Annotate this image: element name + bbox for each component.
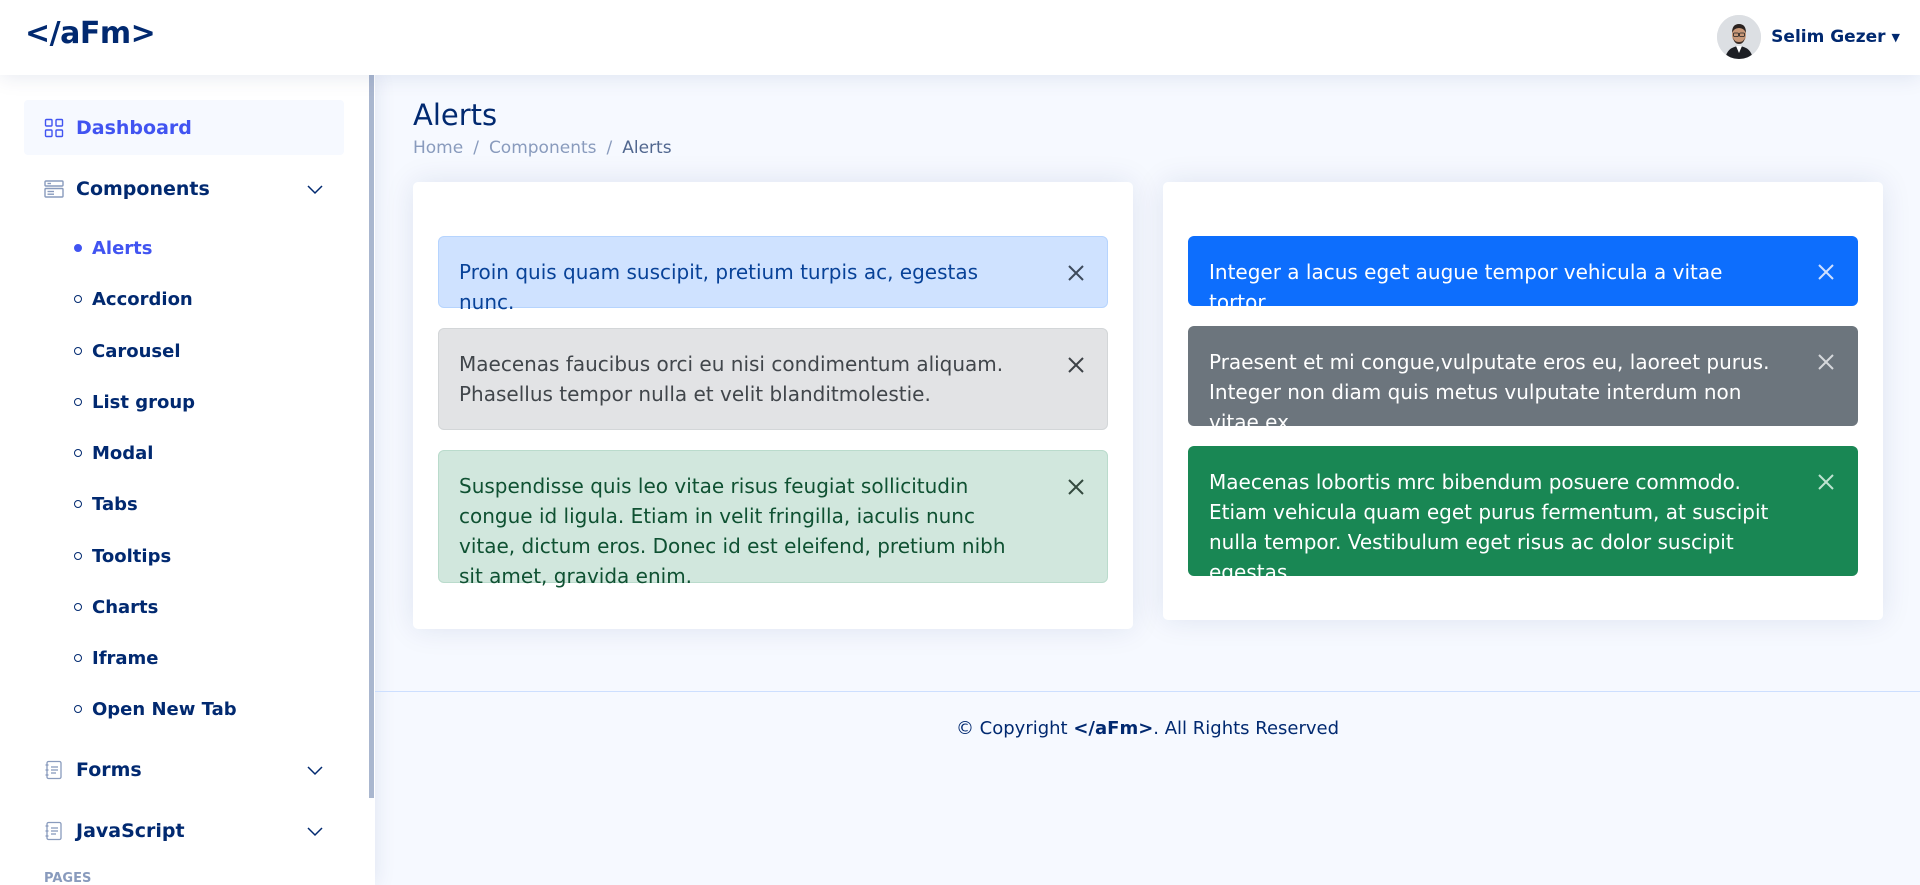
close-icon[interactable]: [1815, 351, 1837, 373]
bullet-dot-icon: [74, 449, 82, 457]
chevron-down-icon: [307, 766, 323, 776]
alert-text: Praesent et mi congue,vulputate eros eu,…: [1209, 350, 1770, 434]
alerts-card-light: Proin quis quam suscipit, pretium turpis…: [413, 182, 1133, 629]
bullet-dot-icon: [74, 603, 82, 611]
sidebar-subitem-tabs[interactable]: Tabs: [74, 489, 138, 519]
close-icon[interactable]: [1065, 262, 1087, 284]
close-icon[interactable]: [1065, 354, 1087, 376]
alert-success-light: Suspendisse quis leo vitae risus feugiat…: [438, 450, 1108, 588]
sidebar-item-dashboard[interactable]: Dashboard: [24, 100, 344, 155]
bullet-dot-icon: [74, 347, 82, 355]
sidebar-subitem-carousel[interactable]: Carousel: [74, 336, 181, 366]
sidebar-item-label: Forms: [76, 758, 142, 781]
journal-text-icon: [45, 760, 62, 779]
alert-primary-light: Proin quis quam suscipit, pretium turpis…: [438, 236, 1108, 314]
sidebar-subitem-open-new-tab[interactable]: Open New Tab: [74, 694, 237, 724]
sidebar-item-forms[interactable]: Forms: [24, 742, 344, 797]
bullet-dot-icon: [74, 552, 82, 560]
subitem-label: Tabs: [92, 493, 138, 515]
subitem-label: Modal: [92, 442, 154, 464]
copyright-prefix: © Copyright: [955, 718, 1074, 739]
sidebar-subitem-alerts[interactable]: Alerts: [74, 233, 153, 263]
avatar[interactable]: [1717, 15, 1762, 59]
sidebar-subitem-iframe[interactable]: Iframe: [74, 643, 159, 673]
breadcrumb: Home / Components / Alerts: [413, 138, 672, 158]
profile-name[interactable]: Selim Gezer: [1771, 27, 1885, 47]
copyright: © Copyright </aFm>. All Rights Reserved: [375, 718, 1920, 739]
sidebar-item-label: JavaScript: [76, 819, 185, 842]
sidebar-item-components[interactable]: Components: [24, 161, 344, 216]
breadcrumb-separator: /: [606, 138, 613, 158]
logo[interactable]: </aFm>: [25, 16, 156, 51]
subitem-label: Iframe: [92, 647, 159, 669]
bullet-dot-icon: [74, 654, 82, 662]
sidebar-subitem-modal[interactable]: Modal: [74, 438, 153, 468]
subitem-label: Carousel: [92, 340, 181, 362]
bullet-dot-icon: [74, 295, 82, 303]
nav-heading-pages: PAGES: [44, 871, 92, 885]
bullet-dot-icon: [74, 500, 82, 508]
menu-button-icon: [44, 179, 64, 198]
grid-icon: [44, 118, 64, 137]
alert-text: Maecenas faucibus orci eu nisi condiment…: [459, 352, 1004, 406]
sidebar-subitem-accordion[interactable]: Accordion: [74, 284, 193, 314]
caret-down-icon[interactable]: ▼: [1892, 31, 1900, 44]
close-icon[interactable]: [1815, 471, 1837, 493]
chevron-down-icon: [307, 827, 323, 837]
copyright-brand: </aFm>: [1073, 718, 1154, 739]
sidebar-subitem-list-group[interactable]: List group: [74, 387, 195, 417]
sidebar: Dashboard Components Alerts Accordion Ca…: [0, 75, 375, 885]
chevron-down-icon: [307, 185, 323, 195]
bullet-dot-icon: [74, 398, 82, 406]
sidebar-subitem-charts[interactable]: Charts: [74, 592, 158, 622]
subitem-label: List group: [92, 391, 196, 413]
bullet-dot-icon: [74, 244, 82, 252]
profile-menu[interactable]: Selim Gezer ▼: [1717, 15, 1900, 59]
bullet-dot-icon: [74, 705, 82, 713]
sidebar-item-javascript[interactable]: JavaScript: [24, 803, 344, 858]
breadcrumb-separator: /: [473, 138, 479, 158]
sidebar-subitem-tooltips[interactable]: Tooltips: [74, 541, 171, 571]
footer-divider: [375, 691, 1920, 692]
alert-secondary-light: Maecenas faucibus orci eu nisi condiment…: [438, 328, 1108, 430]
subitem-label: Accordion: [92, 288, 193, 310]
breadcrumb-current: Alerts: [622, 138, 672, 158]
journal-text-icon: [45, 821, 62, 840]
sidebar-scrollbar[interactable]: [369, 75, 374, 798]
subitem-label: Charts: [92, 596, 159, 618]
alert-secondary: Praesent et mi congue,vulputate eros eu,…: [1188, 326, 1858, 434]
alert-text: Suspendisse quis leo vitae risus feugiat…: [459, 474, 1006, 588]
alerts-card-solid: Integer a lacus eget augue tempor vehicu…: [1163, 182, 1883, 620]
page-title: Alerts: [413, 98, 498, 132]
alert-success: Maecenas lobortis mrc bibendum posuere c…: [1188, 446, 1858, 584]
subitem-label: Tooltips: [92, 545, 172, 567]
close-icon[interactable]: [1815, 261, 1837, 283]
sidebar-item-label: Components: [76, 177, 210, 200]
alert-text: Integer a lacus eget augue tempor vehicu…: [1209, 260, 1723, 314]
breadcrumb-components[interactable]: Components: [489, 138, 597, 158]
alert-primary: Integer a lacus eget augue tempor vehicu…: [1188, 236, 1858, 314]
alert-text: Maecenas lobortis mrc bibendum posuere c…: [1209, 470, 1769, 584]
copyright-suffix: . All Rights Reserved: [1153, 718, 1340, 739]
subitem-label: Alerts: [92, 237, 153, 259]
top-header: </aFm> Selim Gezer ▼: [0, 0, 1920, 75]
subitem-label: Open New Tab: [92, 698, 237, 720]
alert-text: Proin quis quam suscipit, pretium turpis…: [459, 260, 979, 314]
close-icon[interactable]: [1065, 476, 1087, 498]
breadcrumb-home[interactable]: Home: [413, 138, 463, 158]
sidebar-item-label: Dashboard: [76, 116, 192, 139]
